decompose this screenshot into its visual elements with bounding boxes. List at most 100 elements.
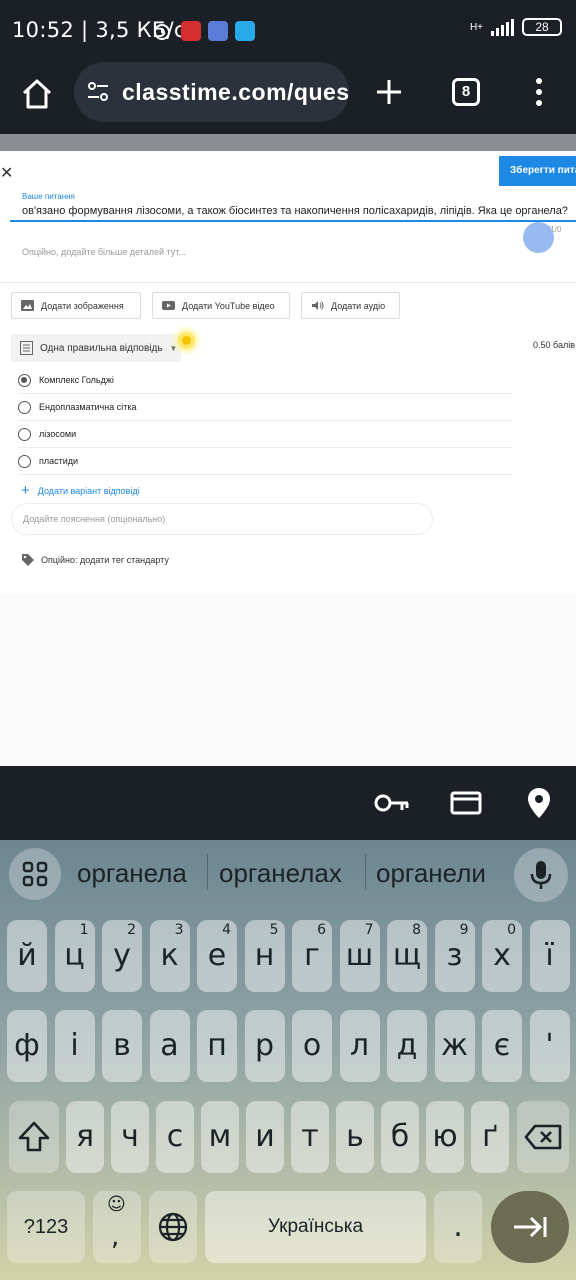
key-row2-5[interactable]: р <box>244 1010 285 1082</box>
mic-icon <box>530 861 552 889</box>
more-menu-icon[interactable] <box>535 78 543 108</box>
key-row1-10[interactable]: х0 <box>482 920 522 992</box>
emoji-comma-key[interactable]: ☺ , <box>93 1191 141 1263</box>
text-cursor-handle[interactable] <box>523 222 554 253</box>
tag-icon <box>22 554 34 566</box>
answer-option-label[interactable]: Комплекс Гольджі <box>39 375 114 385</box>
period-key[interactable]: . <box>434 1191 482 1263</box>
answer-option-label[interactable]: лізосоми <box>39 429 76 439</box>
backspace-key[interactable] <box>517 1101 569 1173</box>
answer-option[interactable]: пластиди <box>18 448 513 475</box>
key-row2-6[interactable]: о <box>292 1010 332 1082</box>
enter-key[interactable] <box>491 1191 569 1263</box>
key-row1-5[interactable]: н5 <box>244 920 285 992</box>
language-key[interactable] <box>149 1191 197 1263</box>
touch-indicator <box>178 332 195 349</box>
add-option-button[interactable]: + Додати варіант відповіді <box>21 482 140 499</box>
page-header-strip <box>0 134 576 151</box>
url-field[interactable]: classtime.com/quest <box>74 62 349 122</box>
answer-option[interactable]: лізосоми <box>18 421 513 448</box>
credit-card-icon[interactable] <box>450 791 482 815</box>
key-row1-6[interactable]: г6 <box>292 920 332 992</box>
key-row2-10[interactable]: є <box>482 1010 522 1082</box>
radio-selected-icon[interactable] <box>18 373 31 387</box>
key-hint: 4 <box>222 922 231 938</box>
apps-grid-button[interactable] <box>9 848 61 900</box>
key-label: л <box>349 1028 370 1063</box>
key-row3-4[interactable]: и <box>246 1101 284 1173</box>
key-row2-1[interactable]: і <box>54 1010 95 1082</box>
key-row1-8[interactable]: щ8 <box>387 920 427 992</box>
answer-option[interactable]: Ендоплазматична сітка <box>18 394 513 421</box>
answer-option-label[interactable]: пластиди <box>39 456 78 466</box>
key-icon[interactable] <box>374 790 410 816</box>
radio-icon[interactable] <box>18 427 31 441</box>
key-row1-9[interactable]: з9 <box>434 920 475 992</box>
key-row1-7[interactable]: ш7 <box>339 920 380 992</box>
key-row2-11[interactable]: ' <box>529 1010 570 1082</box>
question-label: Ваше питання <box>22 192 75 201</box>
save-question-button[interactable]: Зберегти питан <box>499 156 576 186</box>
key-row2-3[interactable]: а <box>149 1010 190 1082</box>
question-type-dropdown[interactable]: Одна правильна відповідь ▼ <box>11 334 181 362</box>
close-icon[interactable]: ✕ <box>0 163 13 183</box>
key-row2-7[interactable]: л <box>339 1010 380 1082</box>
key-row2-9[interactable]: ж <box>434 1010 475 1082</box>
points-value[interactable]: 0.50 балів <box>533 340 575 350</box>
key-row1-11[interactable]: ї <box>529 920 570 992</box>
key-row3-7[interactable]: б <box>381 1101 419 1173</box>
add-option-label: Додати варіант відповіді <box>37 485 140 496</box>
key-row3-2[interactable]: с <box>156 1101 194 1173</box>
key-row1-0[interactable]: й <box>7 920 47 992</box>
new-tab-icon[interactable] <box>372 75 406 109</box>
add-youtube-button[interactable]: Додати YouTube відео <box>152 292 290 319</box>
answer-option-label[interactable]: Ендоплазматична сітка <box>39 402 136 412</box>
key-row2-4[interactable]: п <box>197 1010 237 1082</box>
home-icon[interactable] <box>20 77 54 111</box>
key-row2-2[interactable]: в <box>102 1010 142 1082</box>
add-image-label: Додати зображення <box>41 300 124 311</box>
key-row3-5[interactable]: т <box>291 1101 329 1173</box>
radio-icon[interactable] <box>18 400 31 414</box>
add-image-button[interactable]: Додати зображення <box>11 292 141 319</box>
key-row2-0[interactable]: ф <box>7 1010 47 1082</box>
voice-input-button[interactable] <box>514 848 568 902</box>
key-label: с <box>166 1119 184 1154</box>
key-row1-2[interactable]: у2 <box>102 920 142 992</box>
suggestion-1[interactable]: органела <box>77 858 187 889</box>
key-row3-3[interactable]: м <box>201 1101 239 1173</box>
suggestion-3[interactable]: органели <box>376 858 486 889</box>
page-empty-area <box>0 594 576 766</box>
browser-toolbar: classtime.com/quest 8 <box>0 62 576 134</box>
key-row1-3[interactable]: к3 <box>149 920 190 992</box>
space-key[interactable]: Українська <box>205 1191 426 1263</box>
key-label: щ <box>392 938 422 973</box>
key-row3-6[interactable]: ь <box>336 1101 374 1173</box>
add-audio-label: Додати аудіо <box>331 300 386 311</box>
suggestion-divider <box>365 854 366 890</box>
explanation-input[interactable]: Додайте пояснення (опціонально) <box>11 503 433 535</box>
key-row2-8[interactable]: д <box>387 1010 427 1082</box>
symbols-key[interactable]: ?123 <box>7 1191 85 1263</box>
add-tag-button[interactable]: Опційно: додати тег стандарту <box>21 553 169 567</box>
question-input[interactable]: ов'язано формування лізосоми, а також бі… <box>22 205 568 217</box>
radio-icon[interactable] <box>18 454 31 468</box>
key-row3-0[interactable]: я <box>66 1101 104 1173</box>
suggestion-2[interactable]: органелах <box>219 858 342 889</box>
answer-option[interactable]: Комплекс Гольджі <box>18 367 513 394</box>
add-audio-button[interactable]: Додати аудіо <box>301 292 400 319</box>
key-hint: 8 <box>412 922 421 938</box>
key-row3-9[interactable]: ґ <box>471 1101 509 1173</box>
suggestion-divider <box>207 854 208 890</box>
key-row3-8[interactable]: ю <box>426 1101 464 1173</box>
key-row1-4[interactable]: е4 <box>197 920 237 992</box>
add-youtube-label: Додати YouTube відео <box>182 300 275 311</box>
key-row3-1[interactable]: ч <box>111 1101 149 1173</box>
site-settings-icon[interactable] <box>86 80 110 104</box>
tab-switcher-button[interactable]: 8 <box>452 78 480 106</box>
grid-icon <box>22 861 48 887</box>
description-input[interactable]: Опційно, додайте більше деталей тут... <box>22 247 186 257</box>
key-row1-1[interactable]: ц1 <box>54 920 95 992</box>
shift-key[interactable] <box>9 1101 59 1173</box>
location-icon[interactable] <box>527 787 551 819</box>
